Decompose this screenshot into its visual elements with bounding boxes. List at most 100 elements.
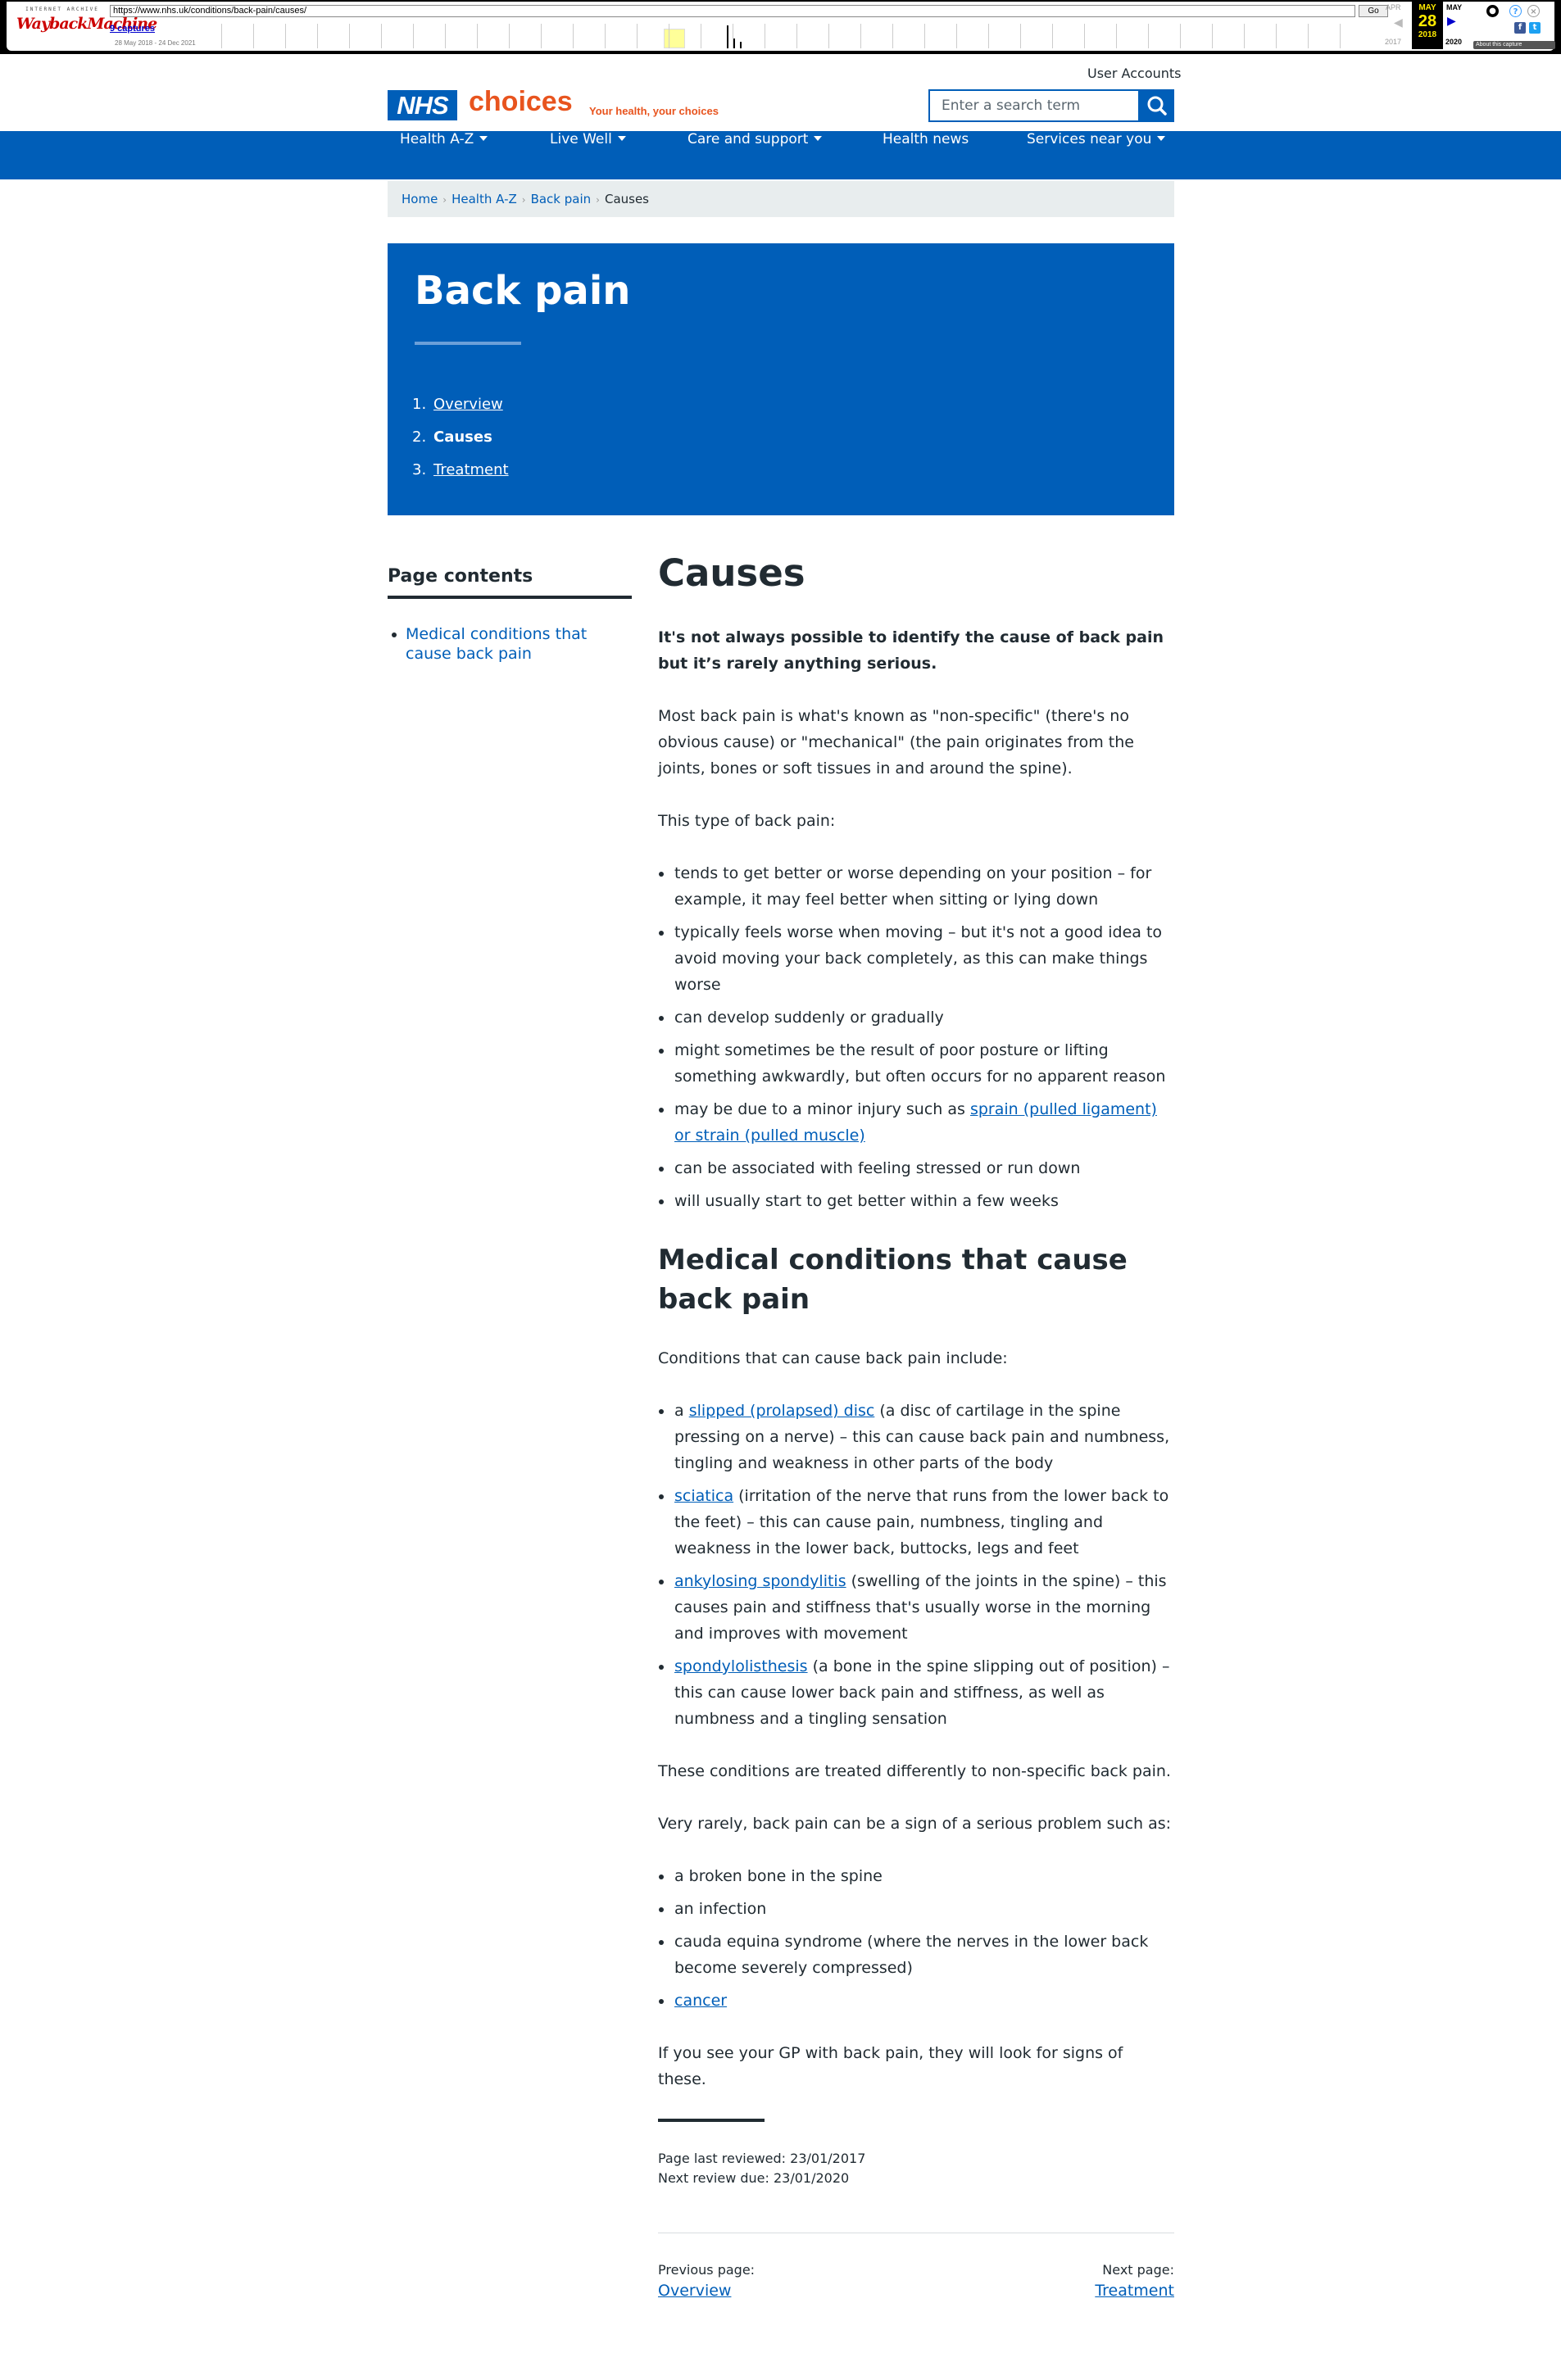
facebook-icon[interactable]: f [1514, 22, 1526, 34]
nav-health-az[interactable]: Health A-Z [400, 131, 488, 179]
help-icon[interactable]: ? [1509, 5, 1522, 17]
sparkline-divider [1052, 24, 1053, 48]
sparkline-divider [956, 24, 957, 48]
user-accounts-link[interactable]: User Accounts [1087, 66, 1182, 81]
sparkline-divider [221, 24, 222, 48]
wayback-next-year: 2020 [1445, 38, 1463, 46]
hero-item-number: 1. [412, 396, 427, 413]
wayback-url-input[interactable]: https://www.nhs.uk/conditions/back-pain/… [110, 5, 1355, 17]
hero-current-causes: Causes [433, 428, 492, 446]
paragraph: Very rarely, back pain can be a sign of … [658, 1815, 1172, 1833]
paragraph: These conditions are treated differently… [658, 1762, 1171, 1780]
nav-health-news[interactable]: Health news [883, 131, 969, 179]
search-button[interactable] [1140, 89, 1174, 122]
breadcrumb-chevron-icon: › [521, 194, 526, 206]
breadcrumb-health-az[interactable]: Health A-Z [452, 192, 517, 206]
current-month: MAY [1418, 3, 1436, 12]
breadcrumb-chevron-icon: › [442, 194, 447, 206]
twitter-icon[interactable]: t [1529, 22, 1541, 34]
hero-contents-list: 1. Overview 2. Causes 3. Treatment [412, 396, 509, 494]
wayback-prev-year: 2017 [1385, 38, 1402, 46]
cancer-link[interactable]: cancer [674, 1992, 727, 2010]
list-item: cauda equina syndrome (where the nerves … [658, 1929, 1174, 1981]
logo-tagline: Your health, your choices [589, 105, 719, 117]
nav-live-well[interactable]: Live Well [550, 131, 626, 179]
page-contents-link[interactable]: Medical conditions that cause back pain [392, 624, 632, 664]
sparkline-divider [1308, 24, 1309, 48]
sparkline-divider [637, 24, 638, 48]
lead-paragraph: It's not always possible to identify the… [658, 628, 1164, 673]
hero-banner: Back pain 1. Overview 2. Causes 3. Treatmen… [388, 243, 1174, 515]
page-contents-divider [388, 596, 632, 599]
sciatica-link[interactable]: sciatica [674, 1487, 733, 1505]
user-icon[interactable]: ● [1486, 5, 1499, 17]
choices-logo[interactable]: choices [469, 86, 573, 118]
nav-label: Services near you [1027, 131, 1152, 147]
main-nav: Health A-Z Live Well Care and support He… [0, 131, 1561, 179]
hero-link-treatment[interactable]: Treatment [433, 461, 509, 478]
list-item: cancer [658, 1988, 1174, 2014]
list-item: spondylolisthesis (a bone in the spine s… [658, 1653, 1174, 1732]
page-contents-list: Medical conditions that cause back pain [392, 624, 632, 664]
spondylolisthesis-link[interactable]: spondylolisthesis [674, 1657, 808, 1675]
wayback-logo-top: INTERNET ARCHIVE [25, 7, 99, 12]
slipped-disc-link[interactable]: slipped (prolapsed) disc [689, 1402, 875, 1420]
search-input[interactable] [928, 89, 1140, 122]
list-item: may be due to a minor injury such as spr… [658, 1096, 1174, 1149]
main-content: Causes It's not always possible to ident… [658, 549, 1174, 2188]
wayback-toolbar: INTERNET ARCHIVE WaybackMachine https://… [0, 0, 1561, 54]
breadcrumb-home[interactable]: Home [402, 192, 438, 206]
hero-item-causes: 2. Causes [412, 428, 509, 461]
breadcrumb-back-pain[interactable]: Back pain [531, 192, 592, 206]
nav-services-near-you[interactable]: Services near you [1027, 131, 1166, 179]
section-title: Causes [658, 551, 805, 595]
chevron-down-icon [814, 136, 823, 141]
previous-page-link[interactable]: Overview [658, 2282, 731, 2300]
wayback-next-month[interactable]: MAY [1446, 3, 1462, 11]
list-item-text: (irritation of the nerve that runs from … [674, 1487, 1169, 1557]
close-icon[interactable]: × [1527, 5, 1540, 17]
wayback-captures-link[interactable]: 9 captures [110, 24, 155, 34]
chevron-down-icon [1157, 136, 1166, 141]
nav-label: Care and support [687, 131, 809, 147]
sparkline-divider [253, 24, 254, 48]
prev-capture-arrow-icon[interactable]: ◀ [1394, 16, 1403, 29]
chevron-down-icon [617, 136, 626, 141]
previous-page-label: Previous page: [658, 2262, 756, 2278]
breadcrumb-current: Causes [604, 192, 649, 206]
next-page-link[interactable]: Treatment [1095, 2282, 1174, 2300]
search-icon [1147, 96, 1167, 116]
list-item: can be associated with feeling stressed … [658, 1155, 1174, 1181]
list-item: an infection [658, 1896, 1174, 1922]
conditions-list: a slipped (prolapsed) disc (a disc of ca… [658, 1398, 1174, 1732]
sparkline-divider [445, 24, 446, 48]
hero-item-overview: 1. Overview [412, 396, 509, 428]
list-item: will usually start to get better within … [658, 1188, 1174, 1214]
sparkline-divider [1244, 24, 1245, 48]
next-capture-arrow-icon[interactable]: ▶ [1447, 15, 1456, 28]
about-capture-button[interactable]: About this capture [1473, 41, 1555, 49]
hero-link-overview[interactable]: Overview [433, 396, 503, 413]
symptom-list: tends to get better or worse depending o… [658, 860, 1174, 1214]
breadcrumb-chevron-icon: › [596, 194, 600, 206]
list-item: ankylosing spondylitis (swelling of the … [658, 1568, 1174, 1647]
paragraph: This type of back pain: [658, 812, 836, 830]
nav-care-and-support[interactable]: Care and support [687, 131, 823, 179]
page-contents-title: Page contents [388, 566, 533, 587]
list-item: can develop suddenly or gradually [658, 1004, 1174, 1031]
ankylosing-spondylitis-link[interactable]: ankylosing spondylitis [674, 1572, 846, 1590]
wayback-logo[interactable]: INTERNET ARCHIVE WaybackMachine [16, 7, 157, 44]
paragraph: Conditions that can cause back pain incl… [658, 1349, 1008, 1367]
sparkline-divider [573, 24, 574, 48]
hero-item-treatment: 3. Treatment [412, 461, 509, 494]
sparkline-capture-bar [740, 42, 742, 48]
list-item-text: may be due to a minor injury such as [674, 1100, 970, 1118]
nhs-logo[interactable]: NHS [388, 90, 457, 120]
sparkline-divider [381, 24, 382, 48]
current-day: 28 [1418, 12, 1437, 30]
sparkline-divider [892, 24, 893, 48]
wayback-prev-month[interactable]: APR [1386, 3, 1401, 11]
wayback-sparkline[interactable] [221, 24, 1385, 48]
current-year: 2018 [1418, 30, 1437, 39]
wayback-go-button[interactable]: Go [1359, 5, 1388, 17]
